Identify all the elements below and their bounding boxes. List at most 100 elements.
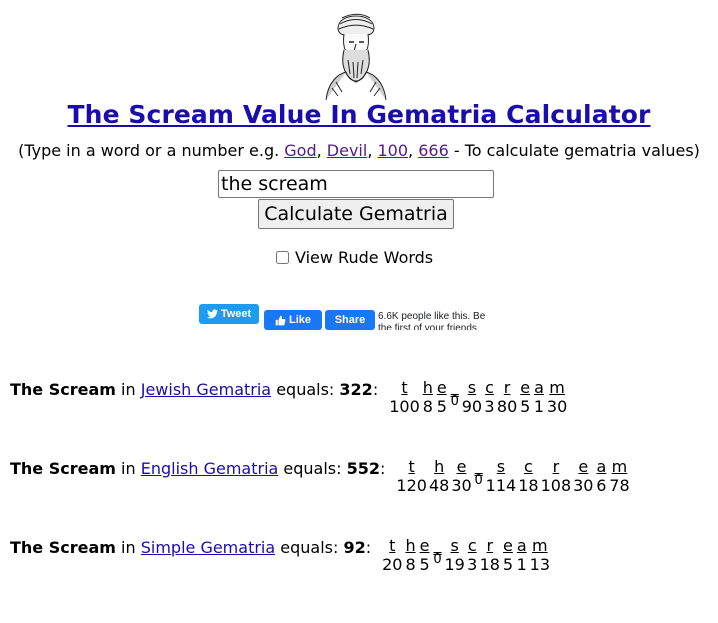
letter-value: 0 <box>474 473 483 488</box>
letter-value-cell: e5 <box>418 538 432 574</box>
letter-char: h <box>434 457 445 476</box>
result-equals-text: equals: <box>275 538 344 557</box>
gematria-result-row: The Scream in Simple Gematria equals: 92… <box>10 538 551 578</box>
letter-value-cell: e 30 <box>572 459 594 495</box>
letter-value-cell: h8 <box>421 380 435 416</box>
letter-value: 80 <box>496 397 518 416</box>
example-link-100[interactable]: 100 <box>377 141 408 160</box>
letter-char: m <box>532 536 548 555</box>
result-colon: : <box>380 459 386 478</box>
letter-value-cell: m 30 <box>546 380 568 416</box>
letter-value: 5 <box>419 555 430 574</box>
letter-char: s <box>467 378 477 397</box>
letter-value: 13 <box>529 555 550 574</box>
page-title[interactable]: The Scream Value In Gematria Calculator <box>0 100 718 129</box>
result-equals-text: equals: <box>271 380 340 399</box>
letter-value: 108 <box>540 476 572 495</box>
instructions-text: (Type in a word or a number e.g. God, De… <box>0 141 718 160</box>
letter-char: t <box>401 378 408 397</box>
result-sentence: The Scream in Simple Gematria equals: 92… <box>10 538 371 558</box>
letter-char: t <box>389 536 396 555</box>
example-link-god[interactable]: God <box>284 141 316 160</box>
twitter-bird-icon <box>206 309 218 319</box>
letter-char: s <box>450 536 459 555</box>
letter-value: 100 <box>389 397 420 416</box>
letter-value-cell: t 20 <box>381 538 403 574</box>
letter-value-cell: m 13 <box>529 538 551 574</box>
thumbs-up-icon <box>275 315 286 325</box>
letter-value: 5 <box>520 397 531 416</box>
letter-char: m <box>549 378 565 397</box>
letter-value-cell: _ 0 <box>431 538 443 567</box>
letter-value: 30 <box>546 397 568 416</box>
letter-value-cell: c3 <box>466 538 479 574</box>
cipher-link[interactable]: Simple Gematria <box>141 538 275 557</box>
letter-value: 3 <box>467 555 478 574</box>
letter-value: 5 <box>436 397 447 416</box>
letter-value-cell: s 90 <box>461 380 483 416</box>
result-colon: : <box>365 538 372 557</box>
letter-char: c <box>467 536 477 555</box>
tweet-label: Tweet <box>220 308 252 320</box>
letter-char: e <box>436 378 447 397</box>
letter-char: r <box>552 457 560 476</box>
maimonides-portrait-image <box>325 13 387 100</box>
letter-value-cell: _ 0 <box>473 459 485 488</box>
cipher-link[interactable]: English Gematria <box>141 459 279 478</box>
gematria-result-row: The Scream in English Gematria equals: 5… <box>10 459 631 499</box>
like-label: Like <box>288 314 311 326</box>
letter-char: h <box>422 378 433 397</box>
instructions-prefix: (Type in a word or a number e.g. <box>18 141 285 160</box>
result-equals-text: equals: <box>278 459 347 478</box>
letter-value: 5 <box>502 555 513 574</box>
tweet-button[interactable]: Tweet <box>199 304 259 324</box>
letter-value: 18 <box>479 555 500 574</box>
letter-value-cell: h 48 <box>428 459 450 495</box>
letter-value-cell: r 18 <box>479 538 501 574</box>
letter-value: 3 <box>484 397 495 416</box>
cipher-link[interactable]: Jewish Gematria <box>141 380 271 399</box>
letter-char: t <box>408 457 415 476</box>
result-in-text: in <box>115 459 141 478</box>
facebook-like-button[interactable]: Like <box>264 310 322 330</box>
letter-value: 1 <box>516 555 527 574</box>
letter-value: 120 <box>396 476 427 495</box>
letter-value-cell: _ 0 <box>449 380 461 409</box>
letter-value: 8 <box>405 555 416 574</box>
word-input[interactable] <box>218 170 494 198</box>
letter-char: e <box>520 378 531 397</box>
letter-value-cell: t 100 <box>388 380 421 416</box>
example-link-devil[interactable]: Devil <box>327 141 368 160</box>
letter-value: 0 <box>450 394 459 409</box>
letter-value-cell: c3 <box>483 380 496 416</box>
instructions-suffix: - To calculate gematria values) <box>448 141 700 160</box>
letter-value-cell: t 120 <box>395 459 428 495</box>
facebook-share-button[interactable]: Share <box>325 310 375 330</box>
letter-char: c <box>524 457 533 476</box>
example-link-666[interactable]: 666 <box>418 141 449 160</box>
calculate-gematria-button[interactable]: Calculate Gematria <box>258 199 454 229</box>
letter-value-cell: r 80 <box>496 380 518 416</box>
letter-value: 18 <box>518 476 539 495</box>
letter-value-cell: e5 <box>435 380 449 416</box>
result-in-text: in <box>115 380 141 399</box>
letter-value: 30 <box>573 476 594 495</box>
letter-value-cell: a1 <box>532 380 546 416</box>
letter-breakdown: t 20 h 8 e 5 _ 0 s 19 c 3 r 18 e 5 a 1 m 13 <box>381 538 551 574</box>
letter-value: 48 <box>428 476 450 495</box>
letter-breakdown: t 100 h 8 e 5 _ 0 s 90 c 3 r 80 e 5 a 1 m 30 <box>388 380 568 416</box>
result-sentence: The Scream in Jewish Gematria equals: 32… <box>10 380 378 400</box>
letter-char: e <box>456 457 467 476</box>
letter-value: 8 <box>422 397 433 416</box>
view-rude-words-label: View Rude Words <box>295 248 434 267</box>
view-rude-words-toggle[interactable]: View Rude Words <box>276 248 433 267</box>
letter-value: 19 <box>444 555 465 574</box>
letter-char: r <box>503 378 511 397</box>
letter-value: 1 <box>533 397 545 416</box>
letter-char: e <box>578 457 589 476</box>
letter-value: 30 <box>451 476 472 495</box>
share-label: Share <box>334 314 366 326</box>
letter-char: e <box>502 536 513 555</box>
letter-value-cell: a6 <box>594 459 608 495</box>
view-rude-words-checkbox[interactable] <box>276 251 289 264</box>
